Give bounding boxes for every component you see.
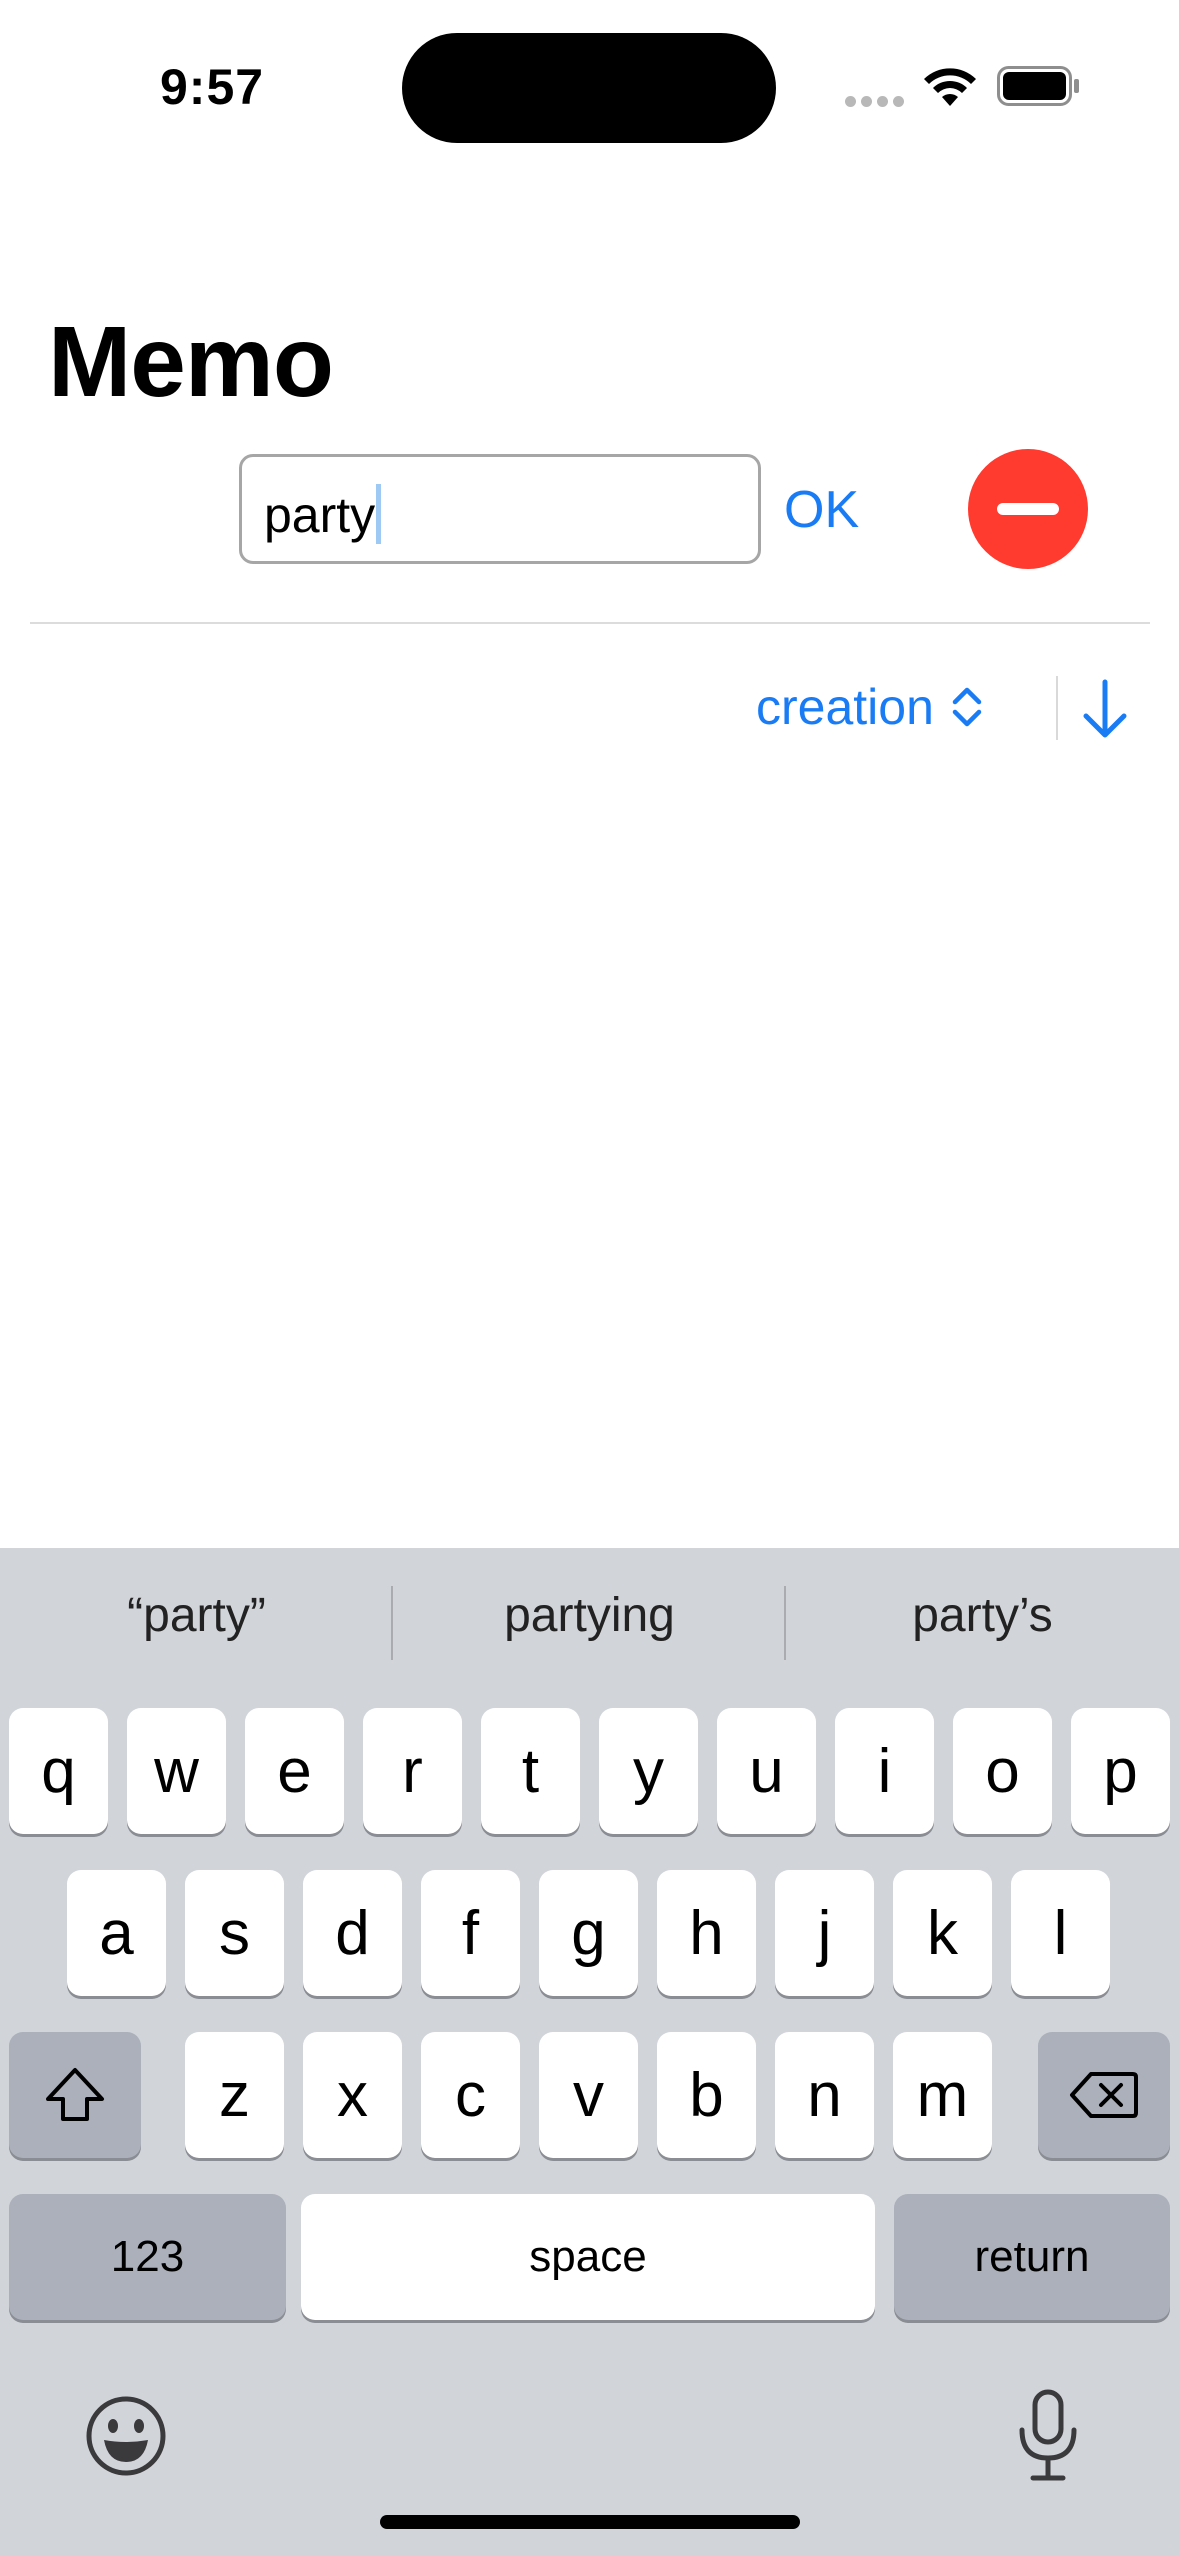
chevron-up-down-icon — [952, 687, 982, 727]
key-y[interactable]: y — [599, 1708, 698, 1834]
key-d[interactable]: d — [303, 1870, 402, 1996]
key-s[interactable]: s — [185, 1870, 284, 1996]
home-indicator[interactable] — [380, 2515, 800, 2529]
memo-search-input[interactable]: party — [239, 454, 761, 564]
key-k[interactable]: k — [893, 1870, 992, 1996]
key-o[interactable]: o — [953, 1708, 1052, 1834]
suggestion-item[interactable]: party’s — [786, 1588, 1179, 1643]
backspace-key[interactable] — [1038, 2032, 1170, 2158]
page-title: Memo — [48, 306, 334, 418]
wifi-icon — [924, 68, 976, 106]
key-j[interactable]: j — [775, 1870, 874, 1996]
key-r[interactable]: r — [363, 1708, 462, 1834]
suggestion-bar: “party” partying party’s — [0, 1548, 1179, 1698]
return-key[interactable]: return — [894, 2194, 1170, 2320]
search-input-value: party — [264, 487, 376, 543]
backspace-icon — [1070, 2072, 1138, 2118]
sort-separator — [1056, 676, 1058, 740]
delete-button[interactable] — [968, 449, 1088, 569]
emoji-icon[interactable] — [84, 2394, 168, 2478]
space-key[interactable]: space — [301, 2194, 875, 2320]
key-c[interactable]: c — [421, 2032, 520, 2158]
key-q[interactable]: q — [9, 1708, 108, 1834]
key-x[interactable]: x — [303, 2032, 402, 2158]
key-h[interactable]: h — [657, 1870, 756, 1996]
key-a[interactable]: a — [67, 1870, 166, 1996]
sort-field-button[interactable]: creation — [756, 678, 984, 736]
sort-field-label: creation — [756, 679, 934, 735]
key-v[interactable]: v — [539, 2032, 638, 2158]
text-caret — [376, 484, 382, 544]
shift-icon — [46, 2068, 104, 2121]
suggestion-item[interactable]: “party” — [0, 1588, 393, 1643]
suggestion-item[interactable]: partying — [393, 1588, 786, 1643]
key-z[interactable]: z — [185, 2032, 284, 2158]
key-t[interactable]: t — [481, 1708, 580, 1834]
key-f[interactable]: f — [421, 1870, 520, 1996]
arrow-down-icon[interactable] — [1080, 674, 1130, 744]
key-g[interactable]: g — [539, 1870, 638, 1996]
status-icons — [845, 62, 1085, 112]
dynamic-island — [402, 33, 776, 143]
key-n[interactable]: n — [775, 2032, 874, 2158]
key-m[interactable]: m — [893, 2032, 992, 2158]
status-time: 9:57 — [160, 59, 265, 115]
key-w[interactable]: w — [127, 1708, 226, 1834]
key-i[interactable]: i — [835, 1708, 934, 1834]
ok-button[interactable]: OK — [784, 480, 859, 540]
microphone-icon[interactable] — [1013, 2388, 1083, 2484]
keyboard: “party” partying party’s q w e r t y u i… — [0, 1548, 1179, 2556]
numbers-key[interactable]: 123 — [9, 2194, 286, 2320]
divider — [30, 622, 1150, 624]
key-u[interactable]: u — [717, 1708, 816, 1834]
battery-icon — [997, 66, 1079, 106]
key-l[interactable]: l — [1011, 1870, 1110, 1996]
key-b[interactable]: b — [657, 2032, 756, 2158]
shift-key[interactable] — [9, 2032, 141, 2158]
key-p[interactable]: p — [1071, 1708, 1170, 1834]
cellular-signal-icon — [845, 96, 905, 108]
key-e[interactable]: e — [245, 1708, 344, 1834]
